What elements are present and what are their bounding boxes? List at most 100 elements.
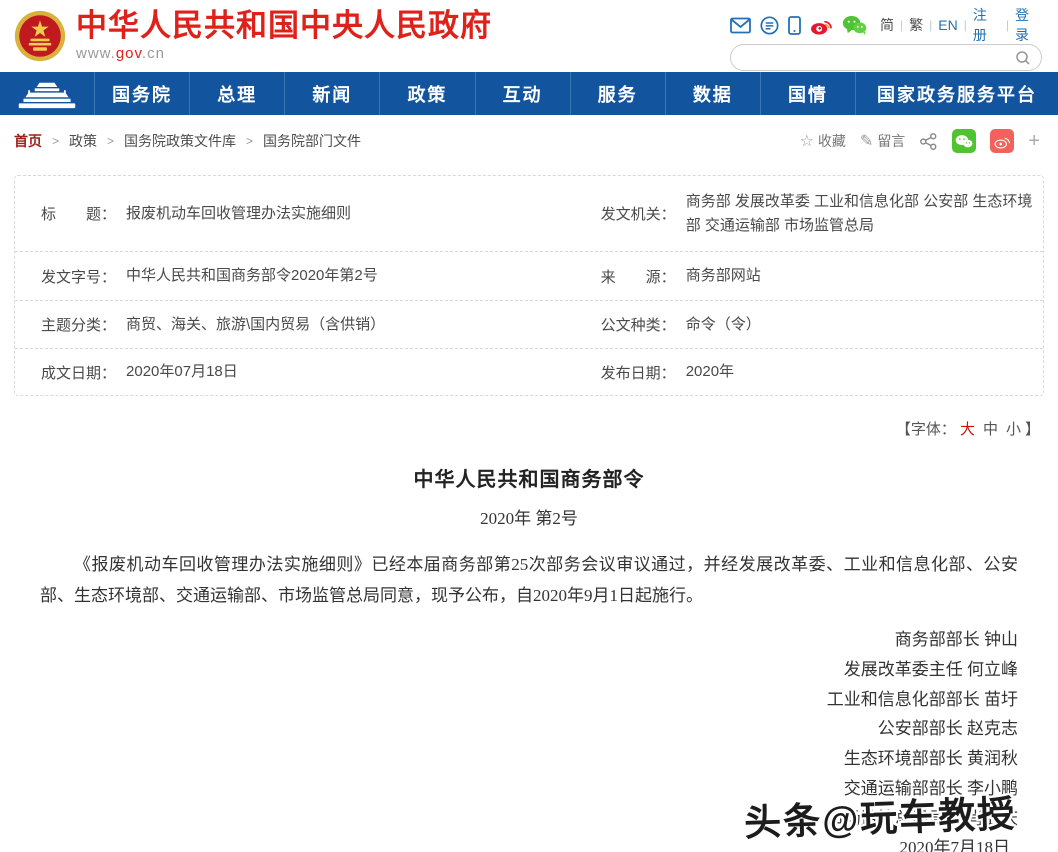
lang-english[interactable]: EN xyxy=(938,17,957,33)
meta-cell-category: 主题分类： 商贸、海关、旅游\国内贸易（含供销） xyxy=(15,301,591,348)
meta-value-issuing-agency: 商务部 发展改革委 工业和信息化部 公安部 生态环境部 交通运输部 市场监管总局 xyxy=(686,190,1033,238)
pencil-icon: ✎ xyxy=(860,131,873,151)
document-number: 2020年 第2号 xyxy=(0,504,1058,529)
breadcrumb-home[interactable]: 首页 xyxy=(14,131,42,151)
comment-label: 留言 xyxy=(877,131,905,151)
nav-item-zongli[interactable]: 总理 xyxy=(189,72,284,115)
star-icon: ☆ xyxy=(800,131,814,151)
mail-icon[interactable] xyxy=(730,17,751,34)
meta-cell-issuing-agency: 发文机关： 商务部 发展改革委 工业和信息化部 公安部 生态环境部 交通运输部 … xyxy=(591,176,1043,251)
lang-links: 简 | 繁 | EN | 注册 | 登录 xyxy=(880,5,1042,45)
font-size-medium-button[interactable]: 中 xyxy=(983,421,998,438)
nav-item-xinwen[interactable]: 新闻 xyxy=(284,72,379,115)
weibo-icon[interactable] xyxy=(810,16,833,35)
lang-separator: | xyxy=(929,18,932,32)
share-icon xyxy=(919,132,938,151)
comment-button[interactable]: ✎留言 xyxy=(860,131,905,151)
wechat-icon[interactable] xyxy=(842,15,867,35)
meta-row-docnumber-source: 发文字号： 中华人民共和国商务部令2020年第2号 来 源： 商务部网站 xyxy=(15,252,1043,301)
meta-value-source: 商务部网站 xyxy=(686,264,761,288)
lang-separator: | xyxy=(964,18,967,32)
document-meta-table: 标 题： 报废机动车回收管理办法实施细则 发文机关： 商务部 发展改革委 工业和… xyxy=(14,175,1044,396)
nav-item-shuju[interactable]: 数据 xyxy=(665,72,760,115)
meta-row-title-agency: 标 题： 报废机动车回收管理办法实施细则 发文机关： 商务部 发展改革委 工业和… xyxy=(15,176,1043,252)
signature-mee: 生态环境部部长 黄润秋 xyxy=(0,744,1018,774)
breadcrumb-separator: > xyxy=(246,134,253,148)
nav-item-hudong[interactable]: 互动 xyxy=(475,72,570,115)
nav-item-fuwu[interactable]: 服务 xyxy=(570,72,665,115)
meta-label-title: 标 题： xyxy=(41,203,116,224)
meta-row-dates: 成文日期： 2020年07月18日 发布日期： 2020年 xyxy=(15,349,1043,395)
login-link[interactable]: 登录 xyxy=(1015,5,1042,45)
breadcrumb-separator: > xyxy=(107,134,114,148)
meta-row-category-type: 主题分类： 商贸、海关、旅游\国内贸易（含供销） 公文种类： 命令（令） xyxy=(15,301,1043,349)
font-size-control: 【字体：大中小】 xyxy=(0,418,1058,439)
message-icon[interactable] xyxy=(760,16,779,35)
favorite-button[interactable]: ☆收藏 xyxy=(800,131,846,151)
meta-cell-title: 标 题： 报废机动车回收管理办法实施细则 xyxy=(15,176,591,251)
meta-value-category: 商贸、海关、旅游\国内贸易（含供销） xyxy=(126,313,385,337)
signature-mps: 公安部部长 赵克志 xyxy=(0,714,1018,744)
signature-ndrc: 发展改革委主任 何立峰 xyxy=(0,655,1018,685)
meta-cell-doc-number: 发文字号： 中华人民共和国商务部令2020年第2号 xyxy=(15,252,591,300)
site-url-gov: gov xyxy=(116,45,142,62)
font-size-prefix: 【字体： xyxy=(896,421,956,438)
meta-label-category: 主题分类： xyxy=(41,314,116,335)
header-right: 简 | 繁 | EN | 注册 | 登录 xyxy=(730,8,1042,71)
nav-item-guoqing[interactable]: 国情 xyxy=(760,72,855,115)
meta-value-written-date: 2020年07月18日 xyxy=(126,360,238,384)
share-button[interactable] xyxy=(919,132,938,151)
meta-label-doc-number: 发文字号： xyxy=(41,266,116,287)
share-weibo-button[interactable] xyxy=(990,129,1014,153)
national-emblem-icon xyxy=(14,10,66,62)
meta-label-issuing-agency: 发文机关： xyxy=(601,203,676,224)
lang-simplified[interactable]: 简 xyxy=(880,15,894,35)
meta-value-publish-date: 2020年 xyxy=(686,360,734,384)
meta-cell-written-date: 成文日期： 2020年07月18日 xyxy=(15,349,591,395)
favorite-label: 收藏 xyxy=(818,131,846,151)
main-nav: 国务院 总理 新闻 政策 互动 服务 数据 国情 国家政务服务平台 xyxy=(0,72,1058,115)
meta-label-source: 来 源： xyxy=(601,266,676,287)
share-wechat-button[interactable] xyxy=(952,129,976,153)
nav-item-guowuyuan[interactable]: 国务院 xyxy=(94,72,189,115)
weibo-share-icon xyxy=(994,134,1011,149)
meta-cell-source: 来 源： 商务部网站 xyxy=(591,252,1043,300)
search-bar xyxy=(730,44,1042,71)
site-header: 中华人民共和国中央人民政府 www.gov.cn xyxy=(0,0,1058,72)
page-tools: ☆收藏 ✎留言 + xyxy=(800,129,1040,153)
mobile-icon[interactable] xyxy=(788,16,801,35)
font-size-small-button[interactable]: 小 xyxy=(1006,421,1021,438)
nav-item-service-platform[interactable]: 国家政务服务平台 xyxy=(855,72,1058,115)
tiananmen-icon[interactable] xyxy=(0,72,94,115)
meta-label-doc-type: 公文种类： xyxy=(601,314,676,335)
breadcrumb-policy-library[interactable]: 国务院政策文件库 xyxy=(124,131,236,151)
watermark: 头条@玩车教授 xyxy=(743,783,1017,846)
search-icon[interactable] xyxy=(1015,50,1031,66)
font-size-suffix: 】 xyxy=(1025,421,1040,438)
search-input[interactable] xyxy=(743,48,1015,68)
breadcrumb-bar: 首页 > 政策 > 国务院政策文件库 > 国务院部门文件 ☆收藏 ✎留言 + xyxy=(0,115,1058,159)
lang-traditional[interactable]: 繁 xyxy=(909,15,923,35)
site-logo[interactable]: 中华人民共和国中央人民政府 www.gov.cn xyxy=(14,8,492,62)
lang-separator: | xyxy=(1006,18,1009,32)
breadcrumb-separator: > xyxy=(52,134,59,148)
signature-miit: 工业和信息化部部长 苗圩 xyxy=(0,685,1018,715)
meta-cell-publish-date: 发布日期： 2020年 xyxy=(591,349,1043,395)
meta-label-written-date: 成文日期： xyxy=(41,362,116,383)
wechat-share-icon xyxy=(955,134,973,149)
signature-mofcom: 商务部部长 钟山 xyxy=(0,625,1018,655)
meta-cell-doc-type: 公文种类： 命令（令） xyxy=(591,301,1043,348)
register-link[interactable]: 注册 xyxy=(973,5,1000,45)
site-url[interactable]: www.gov.cn xyxy=(76,45,492,62)
nav-item-zhengce[interactable]: 政策 xyxy=(379,72,474,115)
breadcrumb-zhengce[interactable]: 政策 xyxy=(69,131,97,151)
more-tools-button[interactable]: + xyxy=(1028,131,1040,151)
font-size-large-button[interactable]: 大 xyxy=(960,421,975,438)
site-title: 中华人民共和国中央人民政府 xyxy=(76,8,492,44)
breadcrumb: 首页 > 政策 > 国务院政策文件库 > 国务院部门文件 xyxy=(14,131,361,151)
breadcrumb-department-docs[interactable]: 国务院部门文件 xyxy=(263,131,361,151)
site-url-cn: .cn xyxy=(142,45,165,62)
meta-label-publish-date: 发布日期： xyxy=(601,362,676,383)
header-icon-row: 简 | 繁 | EN | 注册 | 登录 xyxy=(730,14,1042,36)
meta-value-title: 报废机动车回收管理办法实施细则 xyxy=(126,202,351,226)
